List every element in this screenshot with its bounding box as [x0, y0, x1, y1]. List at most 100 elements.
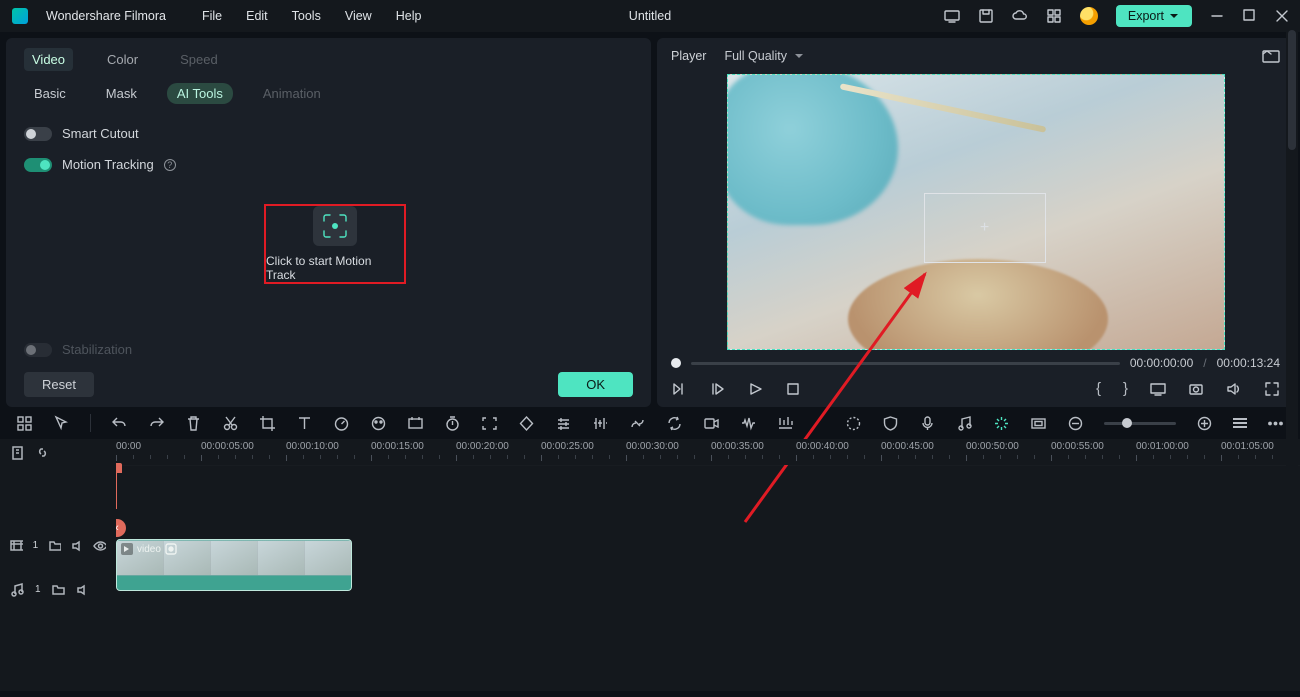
prev-frame-button[interactable] [671, 381, 687, 397]
mic-icon[interactable] [919, 415, 936, 432]
menu-view[interactable]: View [345, 9, 372, 23]
reset-button[interactable]: Reset [24, 372, 94, 397]
undo-icon[interactable] [111, 415, 128, 432]
motion-track-label: Click to start Motion Track [266, 254, 404, 282]
screen-icon[interactable] [944, 8, 960, 24]
smart-cutout-toggle[interactable] [24, 127, 52, 141]
music-icon[interactable] [956, 415, 973, 432]
cursor-icon[interactable] [53, 415, 70, 432]
close-button[interactable] [1274, 9, 1288, 23]
apps-icon[interactable] [1046, 8, 1062, 24]
folder-icon[interactable] [51, 582, 66, 597]
menu-tools[interactable]: Tools [292, 9, 321, 23]
stabilization-toggle [24, 343, 52, 357]
audio-track-number: 1 [35, 584, 41, 595]
save-icon[interactable] [978, 8, 994, 24]
sync-icon[interactable] [666, 415, 683, 432]
ok-button[interactable]: OK [558, 372, 633, 397]
cloud-icon[interactable] [1012, 8, 1028, 24]
keyframe-icon[interactable] [518, 415, 535, 432]
video-clip[interactable]: video [116, 539, 352, 591]
quality-select[interactable]: Full Quality [724, 49, 803, 63]
folder-icon[interactable] [48, 538, 61, 553]
maximize-button[interactable] [1242, 9, 1256, 23]
crop-icon[interactable] [259, 415, 276, 432]
green-screen-icon[interactable] [407, 415, 424, 432]
delete-icon[interactable] [185, 415, 202, 432]
fullscreen-icon[interactable] [1264, 381, 1280, 397]
visibility-icon[interactable] [93, 538, 106, 553]
cut-icon[interactable] [222, 415, 239, 432]
clip-label: video [137, 544, 161, 555]
marker-icon[interactable] [10, 445, 25, 460]
render-icon[interactable] [845, 415, 862, 432]
play-button[interactable] [747, 381, 763, 397]
motion-tracking-label: Motion Tracking [62, 157, 154, 172]
audio-sep-icon[interactable] [592, 415, 609, 432]
display-icon[interactable] [1150, 381, 1166, 397]
motion-tracking-toggle[interactable] [24, 158, 52, 172]
track-height-icon[interactable] [1233, 418, 1247, 428]
tab-speed[interactable]: Speed [172, 48, 226, 71]
playhead-dot-icon[interactable] [671, 358, 681, 368]
record-icon[interactable] [703, 415, 720, 432]
redo-icon[interactable] [148, 415, 165, 432]
menu-help[interactable]: Help [396, 9, 422, 23]
timeline: 1 1 00:0000:00:05:0000:00:10:0000:00:15:… [0, 439, 1300, 691]
subtab-ai-tools[interactable]: AI Tools [167, 83, 233, 104]
mark-in-button[interactable]: { [1096, 380, 1101, 397]
text-icon[interactable] [296, 415, 313, 432]
timeline-scrollbar[interactable] [1286, 30, 1298, 691]
music-wave-icon[interactable] [740, 415, 757, 432]
user-avatar-icon[interactable] [1080, 7, 1098, 25]
more-icon[interactable] [1267, 415, 1284, 432]
volume-icon[interactable] [1226, 381, 1242, 397]
video-track-header[interactable]: 1 [0, 523, 116, 567]
tracking-target-box[interactable]: + [924, 193, 1046, 263]
snapshot-icon[interactable] [1262, 48, 1280, 64]
audio-track-header[interactable]: 1 [0, 567, 116, 611]
adjust-icon[interactable] [555, 415, 572, 432]
mark-out-button[interactable]: } [1123, 380, 1128, 397]
menu-edit[interactable]: Edit [246, 9, 268, 23]
mute-icon[interactable] [71, 538, 84, 553]
preview-viewport[interactable]: + [727, 74, 1225, 350]
speed-icon[interactable] [333, 415, 350, 432]
timeline-body[interactable]: 00:0000:00:05:0000:00:10:0000:00:15:0000… [116, 439, 1300, 691]
minimize-button[interactable] [1210, 9, 1224, 23]
tab-color[interactable]: Color [99, 48, 146, 71]
ruler-tick: 00:00:45:00 [881, 441, 934, 452]
time-current: 00:00:00:00 [1130, 356, 1193, 370]
auto-icon[interactable] [993, 415, 1010, 432]
zoom-out-button[interactable] [1067, 415, 1084, 432]
playhead[interactable] [116, 465, 117, 509]
stop-button[interactable] [785, 381, 801, 397]
shield-icon[interactable] [882, 415, 899, 432]
stabilization-label: Stabilization [62, 342, 132, 357]
play-pause-button[interactable] [709, 381, 725, 397]
focus-icon[interactable] [481, 415, 498, 432]
tab-video[interactable]: Video [24, 48, 73, 71]
ruler-tick: 00:00:40:00 [796, 441, 849, 452]
link-icon[interactable] [35, 445, 50, 460]
scrub-bar[interactable] [691, 362, 1120, 365]
menu-file[interactable]: File [202, 9, 222, 23]
export-button[interactable]: Export [1116, 5, 1192, 27]
timer-icon[interactable] [444, 415, 461, 432]
subtab-basic[interactable]: Basic [24, 83, 76, 104]
zoom-slider[interactable] [1104, 422, 1176, 425]
grid-icon[interactable] [16, 415, 33, 432]
tracking-marker-icon[interactable]: ‹ [116, 519, 126, 537]
start-motion-track-button[interactable]: Click to start Motion Track [264, 204, 406, 284]
mute-icon[interactable] [76, 582, 91, 597]
subtab-animation[interactable]: Animation [253, 83, 331, 104]
color-icon[interactable] [370, 415, 387, 432]
help-icon[interactable]: ? [164, 159, 176, 171]
zoom-in-button[interactable] [1196, 415, 1213, 432]
camera-icon[interactable] [1188, 381, 1204, 397]
frame-icon[interactable] [1030, 415, 1047, 432]
subtab-mask[interactable]: Mask [96, 83, 147, 104]
detach-icon[interactable] [629, 415, 646, 432]
beat-icon[interactable] [777, 415, 794, 432]
time-ruler[interactable]: 00:0000:00:05:0000:00:10:0000:00:15:0000… [116, 439, 1300, 465]
